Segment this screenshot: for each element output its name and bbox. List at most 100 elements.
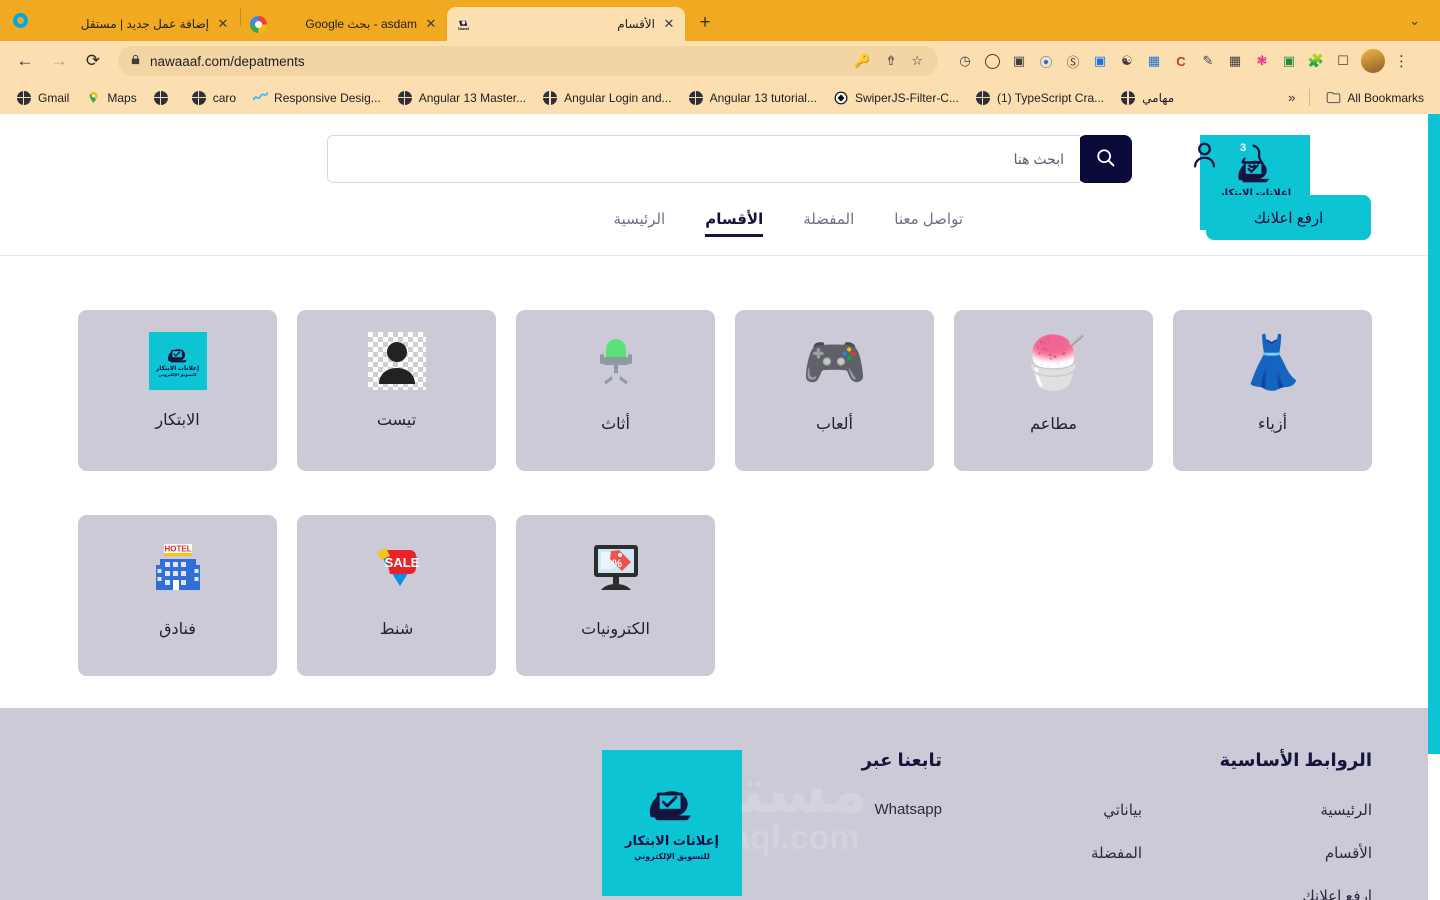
bookmark-unnamed[interactable] bbox=[146, 87, 182, 109]
departments-grid-row-1: 👗 أزياء 🍧 مطاعم 🎮 ألعاب أثاث تيست إعلانا… bbox=[56, 310, 1372, 471]
footer-link-departments[interactable]: الأقسام bbox=[1142, 844, 1372, 862]
department-card-hotels[interactable]: HOTEL فنادق bbox=[78, 515, 277, 676]
globe-icon bbox=[191, 90, 207, 106]
notification-badge: 3 bbox=[1233, 137, 1253, 158]
tab-1-close-icon[interactable]: ✕ bbox=[215, 16, 231, 32]
bookmarks-overflow-button[interactable]: » bbox=[1282, 90, 1301, 105]
svg-text:%: % bbox=[612, 558, 622, 570]
circle-extension-icon[interactable] bbox=[979, 48, 1005, 74]
tab-1[interactable]: ✕ إضافة عمل جديد | مستقل bbox=[34, 7, 239, 41]
grid-extension-icon[interactable]: ▦ bbox=[1222, 48, 1248, 74]
footer-link-my-data[interactable]: بياناتي bbox=[942, 801, 1142, 819]
bell-icon bbox=[1237, 143, 1267, 177]
browser-menu-button[interactable]: ⋮ bbox=[1390, 52, 1413, 70]
nav-item-favorites[interactable]: المفضلة bbox=[803, 210, 854, 237]
droplet-extension-icon[interactable]: ⦿ bbox=[1033, 48, 1059, 74]
tab-2[interactable]: ✕ asdam - بحث Google bbox=[242, 7, 447, 41]
search-bar bbox=[327, 135, 1132, 183]
account-button[interactable] bbox=[1190, 140, 1219, 175]
bookmark-swiperjs-filter[interactable]: SwiperJS-Filter-C... bbox=[826, 87, 966, 109]
site-header: إعلانات الابتكار للتسويق الإلكتروني 3 bbox=[0, 114, 1428, 256]
bookmark-typescript-crash[interactable]: (1) TypeScript Cra... bbox=[968, 87, 1111, 109]
upload-ad-button[interactable]: ارفع اعلانك bbox=[1206, 195, 1371, 240]
department-card-innovation[interactable]: إعلانات الابتكار للتسويق الإلكتروني الاب… bbox=[78, 310, 277, 471]
reload-button[interactable]: ⟳ bbox=[78, 46, 108, 76]
bookmark-mahami[interactable]: مهامي bbox=[1113, 87, 1181, 109]
share-icon[interactable]: ⇮ bbox=[882, 53, 899, 69]
tab-3[interactable]: ✕ الأقسام Nawaf bbox=[447, 7, 685, 41]
search-icon bbox=[1095, 147, 1116, 171]
department-card-test[interactable]: تيست bbox=[297, 310, 496, 471]
tabstrip-right-controls: ⌄ bbox=[1397, 0, 1440, 41]
bookmark-responsive-design[interactable]: Responsive Desig... bbox=[245, 87, 388, 109]
department-card-restaurants[interactable]: 🍧 مطاعم bbox=[954, 310, 1153, 471]
bookmark-caro[interactable]: caro bbox=[184, 87, 243, 109]
avatar-placeholder-icon bbox=[367, 332, 426, 390]
footer-link-favorites[interactable]: المفضلة bbox=[942, 844, 1142, 862]
footer-column-account: بياناتي المفضلة bbox=[942, 750, 1142, 900]
bookmark-maps[interactable]: Maps bbox=[78, 87, 143, 109]
svg-text:HOTEL: HOTEL bbox=[164, 545, 191, 554]
tab-3-close-icon[interactable]: ✕ bbox=[661, 16, 677, 32]
tab-2-close-icon[interactable]: ✕ bbox=[423, 16, 439, 32]
footer-link-home[interactable]: الرئيسية bbox=[1142, 801, 1372, 819]
translate-extension-icon[interactable]: ▦ bbox=[1141, 48, 1167, 74]
bookmark-gmail[interactable]: Gmail bbox=[9, 87, 76, 109]
bookmark-label: Responsive Desig... bbox=[274, 90, 381, 105]
site-favicon-icon: Nawaf bbox=[455, 15, 472, 33]
bookmark-label: Angular 13 tutorial... bbox=[709, 90, 817, 105]
footer-link-upload-ad[interactable]: ارفع اعلانك bbox=[1142, 887, 1372, 900]
departments-grid-row-2: % الكترونيات SALE شنط HOTEL فنادق bbox=[56, 493, 1372, 676]
bookmark-angular-13-master[interactable]: Angular 13 Master... bbox=[390, 87, 533, 109]
nav-item-home[interactable]: الرئيسية bbox=[614, 210, 666, 237]
nav-item-departments[interactable]: الأقسام bbox=[705, 210, 764, 237]
flower-extension-icon[interactable]: ❃ bbox=[1249, 48, 1275, 74]
clock-extension-icon[interactable]: ◷ bbox=[952, 48, 978, 74]
folder-icon bbox=[1325, 90, 1341, 106]
star-icon[interactable]: ☆ bbox=[908, 53, 926, 69]
department-label: فنادق bbox=[159, 621, 196, 638]
footer-logo-wrap: إعلانات الابتكار للتسويق الإلكتروني bbox=[442, 750, 742, 900]
profile-avatar[interactable] bbox=[1361, 49, 1385, 73]
address-bar[interactable]: nawaaaf.com/depatments 🔑 ⇮ ☆ bbox=[118, 46, 938, 76]
svg-text:SALE: SALE bbox=[384, 555, 419, 570]
signal-extension-icon[interactable]: ☯ bbox=[1114, 48, 1140, 74]
department-card-electronics[interactable]: % الكترونيات bbox=[516, 515, 715, 676]
user-icon bbox=[1190, 142, 1219, 174]
key-icon[interactable]: 🔑 bbox=[851, 53, 873, 69]
nav-item-contact[interactable]: تواصل معنا bbox=[894, 210, 963, 237]
c-extension-icon[interactable]: C bbox=[1168, 48, 1194, 74]
sidepanel-icon[interactable]: ☐ bbox=[1330, 48, 1356, 74]
department-card-fashion[interactable]: 👗 أزياء bbox=[1173, 310, 1372, 471]
footer-link-whatsapp[interactable]: Whatsapp bbox=[742, 801, 942, 818]
department-card-furniture[interactable]: أثاث bbox=[516, 310, 715, 471]
footer-title: الروابط الأساسية bbox=[1219, 750, 1372, 770]
w-extension-icon[interactable]: Ⓢ bbox=[1060, 48, 1086, 74]
back-button[interactable]: ← bbox=[10, 46, 40, 76]
camera-extension-icon[interactable]: ▣ bbox=[1006, 48, 1032, 74]
search-button[interactable] bbox=[1078, 135, 1132, 183]
footer-logo-title: إعلانات الابتكار bbox=[625, 833, 719, 848]
website-page: إعلانات الابتكار للتسويق الإلكتروني 3 bbox=[0, 114, 1428, 900]
chevron-down-icon[interactable]: ⌄ bbox=[1397, 13, 1432, 29]
bookmark-label: (1) TypeScript Cra... bbox=[996, 90, 1105, 105]
globe-icon bbox=[975, 90, 991, 106]
pencil-extension-icon[interactable]: ✎ bbox=[1195, 48, 1221, 74]
calendar-extension-icon[interactable]: ▣ bbox=[1276, 48, 1302, 74]
puzzle-extension-icon[interactable]: 🧩 bbox=[1303, 48, 1329, 74]
all-bookmarks-button[interactable]: All Bookmarks bbox=[1318, 87, 1431, 109]
bookmark-angular-login[interactable]: Angular Login and... bbox=[535, 87, 678, 109]
bookmark-angular-13-tutorial[interactable]: Angular 13 tutorial... bbox=[681, 87, 824, 109]
svg-text:Nawaf: Nawaf bbox=[458, 27, 470, 31]
notifications-button[interactable]: 3 bbox=[1233, 137, 1267, 177]
new-tab-button[interactable]: + bbox=[691, 10, 719, 38]
forward-button[interactable]: → bbox=[44, 46, 74, 76]
globe-icon bbox=[688, 90, 704, 106]
search-input[interactable] bbox=[327, 135, 1080, 183]
book-extension-icon[interactable]: ▣ bbox=[1087, 48, 1113, 74]
department-card-bags[interactable]: SALE شنط bbox=[297, 515, 496, 676]
scrollbar-thumb[interactable] bbox=[1428, 114, 1440, 754]
page-scrollbar[interactable] bbox=[1428, 114, 1440, 900]
footer-columns: الروابط الأساسية الرئيسية الأقسام ارفع ا… bbox=[56, 750, 1372, 900]
department-card-games[interactable]: 🎮 ألعاب bbox=[735, 310, 934, 471]
